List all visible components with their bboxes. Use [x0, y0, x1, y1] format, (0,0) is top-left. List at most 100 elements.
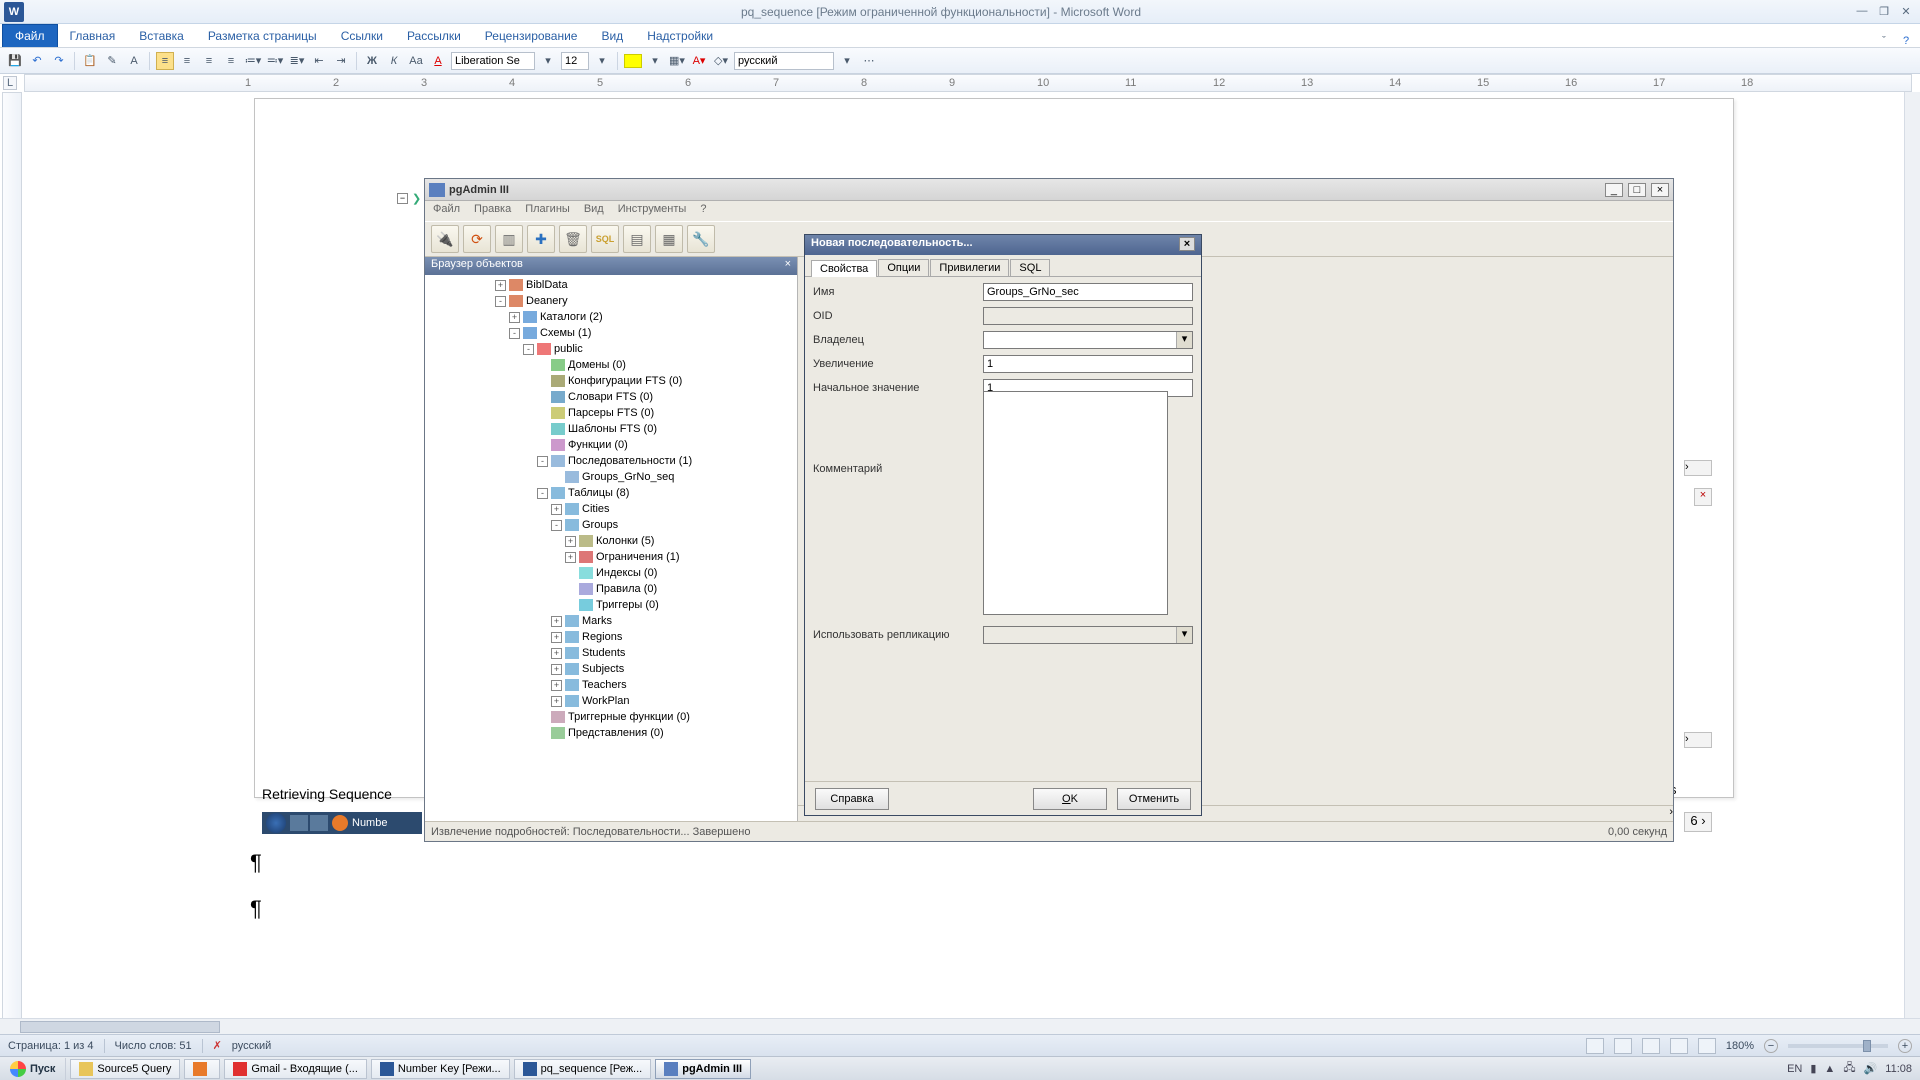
outline-icon[interactable]: [1670, 1038, 1688, 1054]
tray-lang[interactable]: EN: [1787, 1063, 1802, 1075]
shading-icon[interactable]: ◇▾: [712, 52, 730, 70]
collapse-icon[interactable]: -: [551, 520, 562, 531]
redo-icon[interactable]: ↷: [50, 52, 68, 70]
web-layout-icon[interactable]: [1642, 1038, 1660, 1054]
save-icon[interactable]: 💾: [6, 52, 24, 70]
replication-combo[interactable]: ▾: [983, 626, 1193, 644]
tree-row[interactable]: +WorkPlan: [425, 693, 797, 709]
align-justify-icon[interactable]: ≡: [222, 52, 240, 70]
tree-row[interactable]: Триггеры (0): [425, 597, 797, 613]
tab-addins[interactable]: Надстройки: [635, 25, 725, 47]
tree-row[interactable]: +Каталоги (2): [425, 309, 797, 325]
restore-icon[interactable]: ❐: [1876, 5, 1892, 18]
tree-row[interactable]: Groups_GrNo_seq: [425, 469, 797, 485]
tray-clock[interactable]: 11:08: [1885, 1063, 1912, 1075]
chevron-down-icon[interactable]: ▾: [1176, 627, 1192, 643]
minimize-icon[interactable]: _: [1605, 183, 1623, 197]
status-lang[interactable]: русский: [232, 1040, 271, 1052]
fullscreen-read-icon[interactable]: [1614, 1038, 1632, 1054]
collapse-icon[interactable]: -: [523, 344, 534, 355]
view-data-icon[interactable]: ▤: [623, 225, 651, 253]
ok-button[interactable]: OK: [1033, 788, 1107, 810]
tab-home[interactable]: Главная: [58, 25, 128, 47]
new-object-icon[interactable]: ✚: [527, 225, 555, 253]
text-effects-icon[interactable]: Aa: [407, 52, 425, 70]
collapse-icon[interactable]: -: [537, 456, 548, 467]
taskbar-item[interactable]: Number Key [Режи...: [371, 1059, 510, 1079]
sql-icon[interactable]: SQL: [591, 225, 619, 253]
tab-review[interactable]: Рецензирование: [473, 25, 590, 47]
tree-row[interactable]: Представления (0): [425, 725, 797, 741]
start-button[interactable]: Пуск: [0, 1058, 66, 1080]
highlight-icon[interactable]: [624, 54, 642, 68]
ribbon-collapse-icon[interactable]: ˇ: [1876, 35, 1892, 47]
language-combo[interactable]: [734, 52, 834, 70]
taskbar-item[interactable]: pq_sequence [Реж...: [514, 1059, 652, 1079]
bold-icon[interactable]: Ж: [363, 52, 381, 70]
tab-refs[interactable]: Ссылки: [329, 25, 395, 47]
tab-privileges[interactable]: Привилегии: [930, 259, 1009, 276]
proofing-icon[interactable]: ✗: [213, 1039, 222, 1052]
close-panel-icon[interactable]: ×: [785, 258, 791, 274]
clear-format-icon[interactable]: A: [125, 52, 143, 70]
tree-row[interactable]: Индексы (0): [425, 565, 797, 581]
close-icon[interactable]: ✕: [1898, 5, 1914, 18]
format-painter-icon[interactable]: ✎: [103, 52, 121, 70]
font-color-icon[interactable]: A: [429, 52, 447, 70]
tree-row[interactable]: +Marks: [425, 613, 797, 629]
filter-icon[interactable]: ▦: [655, 225, 683, 253]
tree-row[interactable]: Триггерные функции (0): [425, 709, 797, 725]
paste-icon[interactable]: 📋: [81, 52, 99, 70]
tab-file[interactable]: Файл: [2, 24, 58, 47]
word-vertical-scrollbar[interactable]: [1904, 92, 1920, 1018]
chevron-down-icon[interactable]: ▾: [838, 52, 856, 70]
menu-view[interactable]: Вид: [584, 203, 604, 219]
tree-row[interactable]: -Последовательности (1): [425, 453, 797, 469]
tree-row[interactable]: +Колонки (5): [425, 533, 797, 549]
tree-row[interactable]: +Ограничения (1): [425, 549, 797, 565]
comment-textarea[interactable]: [983, 391, 1168, 615]
pgadmin-title-bar[interactable]: pgAdmin III _ □ ×: [425, 179, 1673, 201]
tree-row[interactable]: -Groups: [425, 517, 797, 533]
increment-input[interactable]: [983, 355, 1193, 373]
tab-sql[interactable]: SQL: [1010, 259, 1050, 276]
maximize-icon[interactable]: □: [1628, 183, 1646, 197]
collapse-icon[interactable]: -: [509, 328, 520, 339]
expand-icon[interactable]: +: [551, 680, 562, 691]
font-size-input[interactable]: [561, 52, 589, 70]
tree-row[interactable]: -public: [425, 341, 797, 357]
tree-row[interactable]: +Regions: [425, 629, 797, 645]
expand-icon[interactable]: +: [565, 552, 576, 563]
chevron-down-icon[interactable]: ▾: [593, 52, 611, 70]
taskbar-item[interactable]: [184, 1059, 220, 1079]
expand-icon[interactable]: +: [509, 312, 520, 323]
vertical-ruler[interactable]: [2, 92, 22, 1032]
owner-combo[interactable]: ▾: [983, 331, 1193, 349]
zoom-in-icon[interactable]: +: [1898, 1039, 1912, 1053]
align-center-icon[interactable]: ≡: [178, 52, 196, 70]
undo-icon[interactable]: ↶: [28, 52, 46, 70]
properties-icon[interactable]: ▥: [495, 225, 523, 253]
collapse-icon[interactable]: -: [495, 296, 506, 307]
tree-row[interactable]: Словари FTS (0): [425, 389, 797, 405]
oid-input[interactable]: [983, 307, 1193, 325]
refresh-icon[interactable]: ⟳: [463, 225, 491, 253]
indent-dec-icon[interactable]: ⇤: [310, 52, 328, 70]
tree-row[interactable]: Парсеры FTS (0): [425, 405, 797, 421]
tree-row[interactable]: Правила (0): [425, 581, 797, 597]
zoom-out-icon[interactable]: −: [1764, 1039, 1778, 1053]
menu-tools[interactable]: Инструменты: [618, 203, 687, 219]
multilevel-icon[interactable]: ≣▾: [288, 52, 306, 70]
taskbar-item[interactable]: Gmail - Входящие (...: [224, 1059, 367, 1079]
tab-options[interactable]: Опции: [878, 259, 929, 276]
tray-network-icon[interactable]: 🖧: [1843, 1059, 1855, 1078]
taskbar-item[interactable]: pgAdmin III: [655, 1059, 751, 1079]
menu-edit[interactable]: Правка: [474, 203, 511, 219]
menu-help[interactable]: ?: [700, 203, 706, 219]
expand-icon[interactable]: +: [495, 280, 506, 291]
expand-icon[interactable]: +: [551, 664, 562, 675]
maintenance-icon[interactable]: 🔧: [687, 225, 715, 253]
tray-volume-icon[interactable]: 🔊: [1864, 1062, 1878, 1075]
tree-row[interactable]: Домены (0): [425, 357, 797, 373]
tree-row[interactable]: Функции (0): [425, 437, 797, 453]
